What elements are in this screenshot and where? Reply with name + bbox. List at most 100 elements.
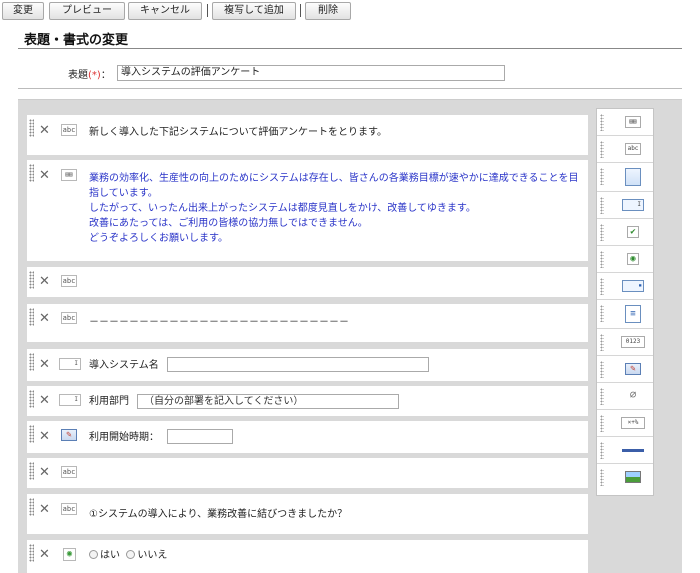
radio-yes-label: はい: [100, 550, 120, 561]
divider-text: －－－－－－－－－－－－－－－－－－－－－－－－－－: [89, 317, 349, 328]
close-icon[interactable]: ✕: [39, 124, 50, 138]
palette-item-calculation[interactable]: ×+%: [597, 410, 653, 437]
rich-text-icon: ▤▤: [625, 116, 641, 128]
palette-item-rich-text[interactable]: ▤▤: [597, 109, 653, 136]
preview-button[interactable]: プレビュー: [49, 2, 125, 20]
radio-icon: ◉: [63, 548, 76, 561]
drag-handle-icon[interactable]: [29, 119, 34, 137]
palette-item-radio[interactable]: ◉: [597, 246, 653, 273]
calculation-icon: ×+%: [621, 417, 645, 429]
palette-item-date[interactable]: ✎: [597, 356, 653, 383]
delete-button[interactable]: 削除: [305, 2, 351, 20]
cancel-button[interactable]: キャンセル: [128, 2, 202, 20]
drag-handle-icon[interactable]: [29, 498, 34, 516]
drag-handle-icon[interactable]: [29, 308, 34, 326]
close-icon[interactable]: ✕: [39, 358, 50, 372]
drag-handle-icon[interactable]: [600, 278, 604, 295]
drag-handle-icon[interactable]: [600, 388, 604, 405]
drag-handle-icon[interactable]: [29, 425, 34, 443]
radio-yes[interactable]: [89, 550, 98, 559]
number-icon: 0123: [621, 336, 645, 348]
drag-handle-icon[interactable]: [600, 114, 604, 131]
palette-item-horizontal-rule[interactable]: [597, 437, 653, 464]
text-input-icon: I: [59, 358, 81, 370]
drag-handle-icon[interactable]: [29, 544, 34, 562]
calendar-icon: ✎: [61, 429, 77, 441]
palette-item-image[interactable]: [597, 464, 653, 491]
drag-handle-icon[interactable]: [29, 353, 34, 371]
message-line: 改善にあたっては、ご利用の皆様の協力無しではできません。: [89, 218, 368, 229]
close-icon[interactable]: ✕: [39, 466, 50, 480]
textarea-icon: [625, 168, 641, 186]
drag-handle-icon[interactable]: [600, 361, 604, 378]
start-date-field[interactable]: [167, 429, 233, 444]
section-divider: [18, 88, 682, 89]
drag-handle-icon[interactable]: [29, 462, 34, 480]
text-label-icon: abc: [61, 124, 77, 136]
text-label-icon: abc: [61, 312, 77, 324]
change-button[interactable]: 変更: [2, 2, 44, 20]
text-input-icon: I: [59, 394, 81, 406]
page-title: 表題・書式の変更: [24, 33, 129, 48]
text-input-icon: I: [622, 199, 644, 211]
drag-handle-icon[interactable]: [600, 251, 604, 268]
form-block-blank[interactable]: ✕ abc: [27, 267, 588, 297]
drag-handle-icon[interactable]: [600, 168, 604, 185]
palette-item-select[interactable]: ▪: [597, 273, 653, 300]
message-text: 業務の効率化、生産性の向上のためにシステムは存在し、皆さんの各業務目標が速やかに…: [89, 171, 581, 246]
drag-handle-icon[interactable]: [600, 141, 604, 158]
text-label-icon: abc: [61, 503, 77, 515]
intro-text: 新しく導入した下記システムについて評価アンケートをとります。: [89, 127, 387, 138]
form-block-blank[interactable]: ✕ abc: [27, 458, 588, 488]
drag-handle-icon[interactable]: [600, 469, 604, 486]
radio-no-label: いいえ: [137, 550, 168, 561]
palette-item-textarea[interactable]: [597, 163, 653, 192]
close-icon[interactable]: ✕: [39, 503, 50, 517]
palette-item-number[interactable]: 0123: [597, 329, 653, 356]
drag-handle-icon[interactable]: [29, 164, 34, 182]
form-block-start-date[interactable]: ✕ ✎ 利用開始時期：: [27, 421, 588, 453]
close-icon[interactable]: ✕: [39, 169, 50, 183]
close-icon[interactable]: ✕: [39, 275, 50, 289]
drag-handle-icon[interactable]: [600, 305, 604, 322]
toolbar: 変更 プレビュー キャンセル 複写して追加 削除: [0, 0, 700, 22]
system-name-label: 導入システム名: [89, 360, 159, 371]
drag-handle-icon[interactable]: [600, 415, 604, 432]
rich-text-icon: ▤▤: [61, 169, 77, 181]
department-field[interactable]: （自分の部署を記入してください）: [137, 394, 399, 409]
copy-add-button[interactable]: 複写して追加: [212, 2, 296, 20]
drag-handle-icon[interactable]: [600, 442, 604, 459]
form-block-radio[interactable]: ✕ ◉ はい いいえ: [27, 540, 588, 573]
title-colon: ：: [100, 70, 111, 81]
drag-handle-icon[interactable]: [29, 271, 34, 289]
system-name-field[interactable]: [167, 357, 429, 372]
required-mark: (*): [88, 70, 101, 81]
close-icon[interactable]: ✕: [39, 312, 50, 326]
title-label: 表題(*)：: [68, 66, 111, 81]
form-block-divider[interactable]: ✕ abc －－－－－－－－－－－－－－－－－－－－－－－－－－: [27, 304, 588, 342]
palette-item-text-label[interactable]: abc: [597, 136, 653, 163]
drag-handle-icon[interactable]: [29, 390, 34, 408]
palette-item-text-input[interactable]: I: [597, 192, 653, 219]
radio-no[interactable]: [126, 550, 136, 559]
form-block-question[interactable]: ✕ abc ①システムの導入により、業務改善に結びつきましたか？: [27, 494, 588, 534]
palette-item-checkbox[interactable]: ✔: [597, 219, 653, 246]
close-icon[interactable]: ✕: [39, 548, 50, 562]
drag-handle-icon[interactable]: [600, 224, 604, 241]
form-block-system-name[interactable]: ✕ I 導入システム名: [27, 349, 588, 381]
list-icon: ≡: [625, 305, 641, 323]
form-block-department[interactable]: ✕ I 利用部門 （自分の部署を記入してください）: [27, 386, 588, 416]
close-icon[interactable]: ✕: [39, 394, 50, 408]
paperclip-icon: ⌀: [625, 389, 641, 402]
form-block-message[interactable]: ✕ ▤▤ 業務の効率化、生産性の向上のためにシステムは存在し、皆さんの各業務目標…: [27, 160, 588, 261]
title-input[interactable]: 導入システムの評価アンケート: [117, 65, 505, 81]
question-text: ①システムの導入により、業務改善に結びつきましたか？: [89, 509, 348, 520]
close-icon[interactable]: ✕: [39, 430, 50, 444]
text-label-icon: abc: [61, 466, 77, 478]
drag-handle-icon[interactable]: [600, 197, 604, 214]
drag-handle-icon[interactable]: [600, 334, 604, 351]
form-block-intro[interactable]: ✕ abc 新しく導入した下記システムについて評価アンケートをとります。: [27, 115, 588, 155]
palette-item-attachment[interactable]: ⌀: [597, 383, 653, 410]
palette-item-list[interactable]: ≡: [597, 300, 653, 329]
calendar-icon: ✎: [625, 363, 641, 375]
